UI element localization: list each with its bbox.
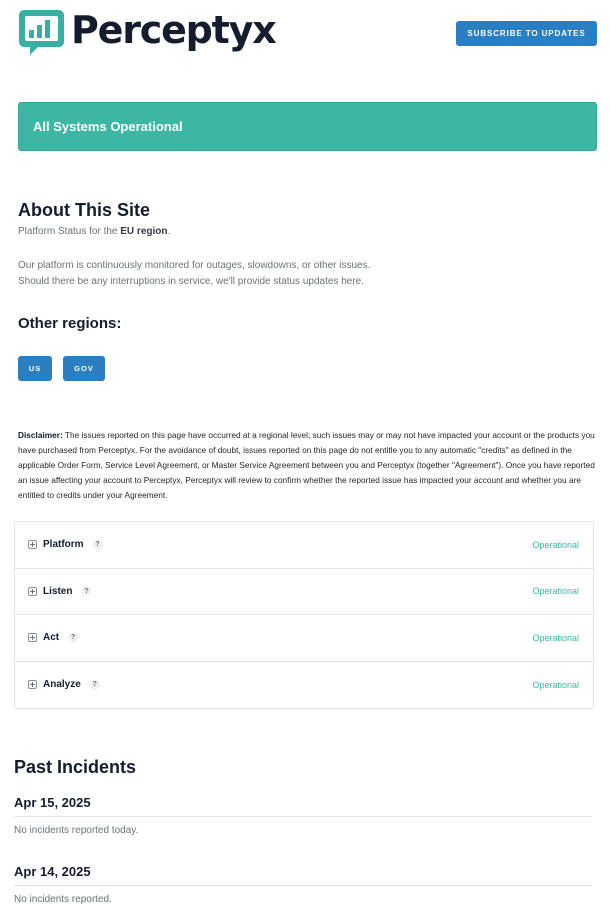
incident-summary: No incidents reported today. bbox=[14, 825, 139, 836]
incident-date: Apr 15, 2025 bbox=[14, 795, 592, 817]
about-subtitle-region: EU region bbox=[120, 226, 168, 237]
system-status-banner: All Systems Operational bbox=[18, 102, 597, 151]
logo-chat-chart-icon bbox=[19, 10, 64, 55]
perceptyx-logo[interactable]: Perceptyx bbox=[18, 8, 277, 58]
components-list: Platform ? Operational Listen ? Operatio… bbox=[14, 521, 594, 709]
about-subtitle: Platform Status for the EU region. bbox=[18, 226, 170, 237]
expand-plus-icon[interactable] bbox=[28, 633, 37, 643]
component-name: Platform bbox=[43, 539, 84, 551]
incident-day: Apr 15, 2025 No incidents reported today… bbox=[14, 795, 592, 836]
region-gov-button[interactable]: GOV bbox=[63, 356, 105, 381]
component-status: Operational bbox=[532, 586, 579, 597]
component-status: Operational bbox=[532, 679, 579, 690]
about-title: About This Site bbox=[18, 200, 150, 220]
about-subtitle-prefix: Platform Status for the bbox=[18, 226, 121, 237]
disclaimer-text: The issues reported on this page have oc… bbox=[18, 430, 595, 500]
about-description: Our platform is continuously monitored f… bbox=[18, 258, 518, 290]
region-us-button[interactable]: US bbox=[18, 356, 52, 381]
other-regions-title: Other regions: bbox=[18, 315, 122, 332]
component-row-listen[interactable]: Listen ? Operational bbox=[15, 569, 593, 615]
disclaimer: Disclaimer: The issues reported on this … bbox=[18, 428, 598, 503]
incident-day: Apr 14, 2025 No incidents reported. bbox=[14, 864, 592, 905]
component-name: Act bbox=[43, 632, 60, 644]
component-row-act[interactable]: Act ? Operational bbox=[15, 615, 593, 662]
page-header: Perceptyx SUBSCRIBE TO UPDATES bbox=[18, 8, 598, 60]
incident-date: Apr 14, 2025 bbox=[14, 864, 592, 886]
disclaimer-label: Disclaimer: bbox=[18, 430, 63, 440]
component-status: Operational bbox=[532, 539, 579, 550]
component-name: Analyze bbox=[43, 679, 81, 691]
help-question-icon[interactable]: ? bbox=[68, 632, 79, 643]
help-question-icon[interactable]: ? bbox=[89, 679, 100, 690]
expand-plus-icon[interactable] bbox=[28, 586, 37, 596]
past-incidents-title: Past Incidents bbox=[14, 757, 137, 777]
help-question-icon[interactable]: ? bbox=[92, 539, 103, 550]
expand-plus-icon[interactable] bbox=[28, 540, 37, 550]
component-name: Listen bbox=[43, 585, 73, 597]
about-description-line1: Our platform is continuously monitored f… bbox=[18, 260, 371, 271]
logo-wordmark: Perceptyx bbox=[71, 8, 277, 52]
subscribe-button[interactable]: SUBSCRIBE TO UPDATES bbox=[456, 21, 597, 46]
incident-summary: No incidents reported. bbox=[14, 894, 112, 905]
help-question-icon[interactable]: ? bbox=[81, 586, 92, 597]
about-description-line2: Should there be any interruptions in ser… bbox=[18, 276, 364, 287]
component-row-platform[interactable]: Platform ? Operational bbox=[15, 522, 593, 569]
component-row-analyze[interactable]: Analyze ? Operational bbox=[15, 662, 593, 709]
about-subtitle-suffix: . bbox=[167, 226, 171, 237]
component-status: Operational bbox=[532, 632, 579, 643]
expand-plus-icon[interactable] bbox=[28, 680, 37, 690]
